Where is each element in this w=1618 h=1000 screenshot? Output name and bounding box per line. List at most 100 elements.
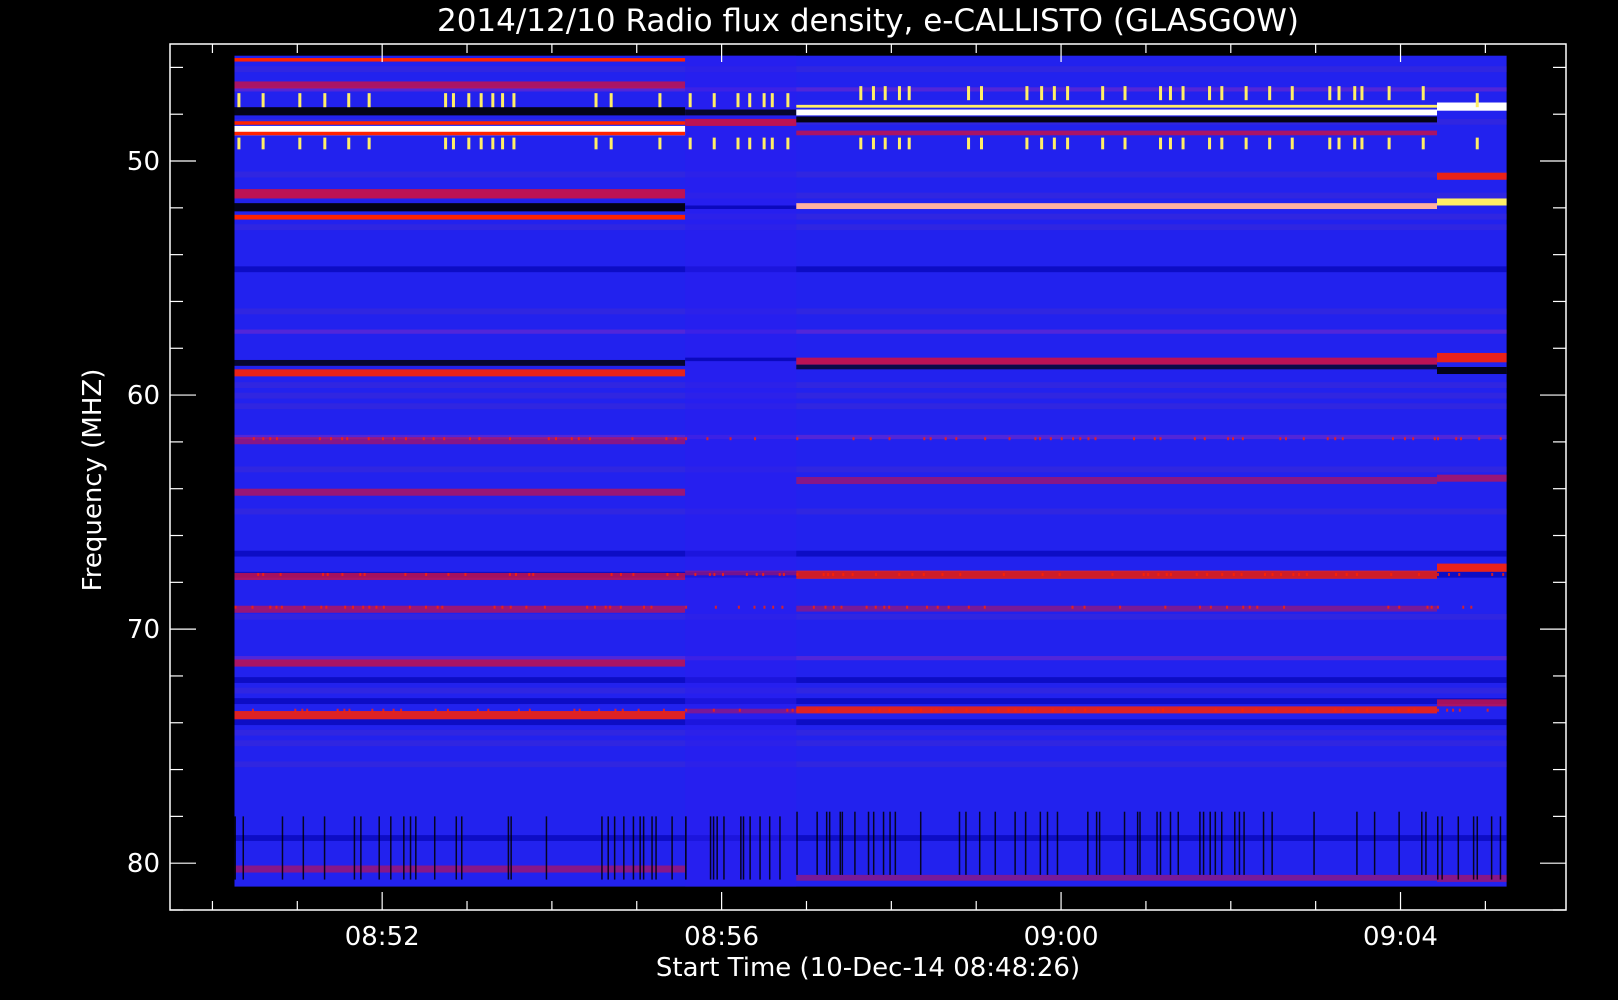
burst-mark [748, 137, 752, 150]
speckle [1334, 437, 1337, 441]
burst-mark [1066, 137, 1070, 150]
speckle [318, 437, 321, 441]
emission-line [234, 572, 686, 580]
speckle [883, 605, 886, 609]
speckle [1227, 437, 1230, 441]
emission-line [234, 369, 686, 377]
speckle [1226, 605, 1229, 609]
speckle [367, 437, 370, 441]
burst-mark [1168, 137, 1172, 150]
speckle [947, 605, 950, 609]
striation [854, 811, 856, 875]
burst-mark [1353, 137, 1357, 150]
speckle [493, 605, 496, 609]
speckle [1159, 437, 1162, 441]
heatmap-band [234, 266, 1507, 273]
x-axis-label: Start Time (10-Dec-14 08:48:26) [656, 953, 1080, 983]
speckle [1063, 708, 1066, 712]
speckle [1232, 437, 1235, 441]
emission-line [685, 118, 797, 126]
burst-mark [1268, 137, 1272, 150]
burst-mark [1290, 86, 1294, 101]
burst-mark [967, 86, 971, 101]
striation [1056, 811, 1059, 875]
emission-line [796, 364, 1438, 370]
striation [1209, 811, 1211, 875]
speckle [1407, 708, 1410, 712]
speckle [325, 605, 328, 609]
speckle [1302, 437, 1305, 441]
burst-mark [367, 93, 371, 108]
burst-mark [1328, 137, 1332, 150]
speckle [363, 572, 366, 576]
emission-line [796, 570, 1438, 579]
heatmap-band [234, 740, 1507, 747]
striation [632, 816, 635, 880]
speckle [888, 708, 891, 712]
burst-mark [1101, 86, 1105, 101]
striation [716, 816, 718, 880]
speckle [1240, 572, 1243, 576]
x-tick-label: 08:52 [345, 922, 420, 952]
speckle [1326, 437, 1329, 441]
speckle [1094, 437, 1097, 441]
speckle [464, 572, 467, 576]
striation [1425, 811, 1427, 875]
speckle [341, 437, 344, 441]
speckle [1297, 572, 1300, 576]
burst-mark [786, 137, 790, 150]
speckle [911, 572, 914, 576]
speckle [781, 605, 784, 609]
speckle [1390, 572, 1393, 576]
striation [281, 816, 284, 880]
speckle [279, 572, 282, 576]
speckle [874, 605, 877, 609]
speckle [1433, 437, 1436, 441]
speckle [842, 572, 845, 576]
emission-line [234, 81, 686, 89]
speckle [772, 605, 775, 609]
emission-line [234, 865, 686, 873]
speckle [1039, 437, 1042, 441]
striation [510, 816, 512, 880]
speckle [714, 605, 717, 609]
striation [607, 816, 609, 880]
striation [390, 816, 392, 880]
speckle [650, 605, 653, 609]
burst-mark [736, 93, 740, 108]
speckle [1305, 572, 1308, 576]
y-tick-label: 80 [127, 849, 160, 879]
speckle [796, 572, 799, 576]
striation [651, 816, 653, 880]
speckle [1033, 708, 1036, 712]
speckle [791, 708, 794, 712]
striation [816, 811, 818, 875]
x-tick-label: 09:04 [1363, 922, 1438, 952]
speckle [796, 708, 799, 712]
heatmap-band [234, 698, 1507, 705]
speckle [1142, 572, 1145, 576]
burst-mark [261, 93, 265, 108]
speckle [1486, 708, 1489, 712]
burst-mark [1181, 86, 1185, 101]
speckle [517, 708, 520, 712]
speckle [382, 605, 385, 609]
burst-mark [883, 137, 887, 150]
striation [958, 811, 961, 875]
striation [1139, 811, 1141, 875]
burst-mark [967, 137, 971, 150]
speckle [1034, 437, 1037, 441]
speckle [1255, 708, 1258, 712]
speckle [745, 572, 748, 576]
burst-mark [609, 93, 613, 108]
speckle [320, 605, 323, 609]
striation [749, 816, 751, 880]
striation [1421, 811, 1423, 875]
burst-mark [980, 137, 984, 150]
speckle [1024, 708, 1027, 712]
heatmap-band [234, 308, 1507, 315]
speckle [619, 605, 622, 609]
emission-line [234, 131, 686, 136]
striation [894, 811, 897, 875]
heatmap-band [234, 835, 1507, 841]
